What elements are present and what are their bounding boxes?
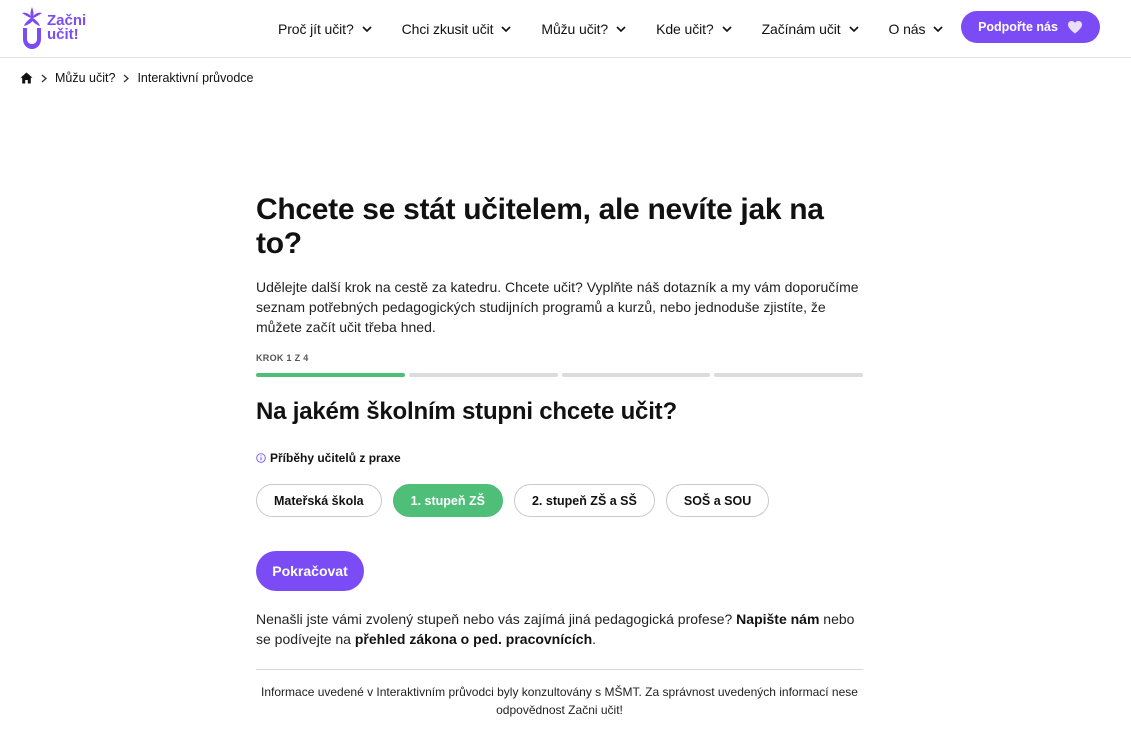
nav-item-zacinam-ucit[interactable]: Začínám učit [762,21,859,37]
breadcrumb: Můžu učit? Interaktivní průvodce [20,71,254,85]
progress-segment [408,373,558,377]
chevron-right-icon [41,74,47,83]
chevron-right-icon [123,74,130,83]
home-icon[interactable] [20,72,33,84]
chevron-down-icon [362,25,372,32]
chevron-down-icon [722,25,732,32]
site-header: Začni učit! Proč jít učit? Chci zkusit u… [0,0,1131,58]
chevron-down-icon [933,25,943,32]
nav-item-proc-jit-ucit[interactable]: Proč jít učit? [278,21,372,37]
nav-item-kde-ucit[interactable]: Kde učit? [656,20,732,37]
chevron-down-icon [848,25,859,32]
contact-us-link[interactable]: Napište nám [736,611,819,627]
nav-item-muzu-ucit[interactable]: Můžu učit? [541,21,626,37]
support-button-label: Podpořte nás [978,20,1058,34]
progress-bar [256,373,863,377]
progress-segment [714,373,863,377]
logo-line2: učit! [47,26,79,43]
nav-item-o-nas[interactable]: O nás [889,21,944,37]
nav-item-label: O nás [888,20,926,37]
option-pill[interactable]: SOŠ a SOU [665,484,770,517]
chevron-down-icon [616,25,626,32]
option-pill[interactable]: 2. stupeň ZŠ a SŠ [513,484,655,517]
option-pill[interactable]: Mateřská škola [256,484,382,517]
page-title: Chcete se stát učitelem, ale nevíte jak … [256,193,824,260]
logo-text: Začni učit! [47,13,86,43]
stories-link[interactable]: Příběhy učitelů z praxe [256,451,863,465]
law-overview-link[interactable]: přehled zákona o ped. pracovnících [355,631,592,647]
breadcrumb-item-muzu-ucit[interactable]: Můžu učit? [55,71,115,85]
help-note-text-1: Nenašli jste vámi zvolený stupeň nebo vá… [256,611,737,627]
progress-segment [256,373,405,377]
logo[interactable]: Začni učit! [20,6,86,50]
heart-icon [1067,21,1082,34]
help-note: Nenašli jste vámi zvolený stupeň nebo vá… [256,609,863,649]
info-icon [256,453,266,463]
stories-link-label: Příběhy učitelů z praxe [270,451,401,465]
progress-segment [561,373,711,377]
support-button[interactable]: Podpořte nás [961,11,1100,43]
logo-mark-icon [22,7,42,49]
school-level-options: Mateřská škola 1. stupeň ZŠ 2. stupeň ZŠ a… [256,484,863,517]
divider [256,669,863,670]
option-pill[interactable]: 1. stupeň ZŠ [392,484,503,517]
nav-item-label: Můžu učit? [541,20,609,37]
chevron-down-icon [501,25,511,32]
guide-main: Chcete se stát učitelem, ale nevíte jak … [256,193,863,719]
step-label: KROK 1 Z 4 [256,353,309,363]
lead-text: Udělejte další krok na cestě za katedru.… [256,279,859,335]
main-nav: Proč jít učit? Chci zkusit učit Můžu uči… [278,0,973,57]
nav-item-label: Chci zkusit učit [401,20,494,37]
nav-item-chci-zkusit-ucit[interactable]: Chci zkusit učit [402,21,512,37]
help-note-text-3: . [592,631,597,647]
continue-button[interactable]: Pokračovat [256,551,364,591]
nav-item-label: Začínám učit [761,20,841,37]
disclaimer: Informace uvedené v Interaktivním průvod… [261,685,858,717]
question-heading: Na jakém školním stupni chcete učit? [256,398,677,425]
nav-item-label: Proč jít učit? [278,20,354,37]
nav-item-label: Kde učit? [656,20,714,37]
breadcrumb-current: Interaktivní průvodce [137,71,254,85]
